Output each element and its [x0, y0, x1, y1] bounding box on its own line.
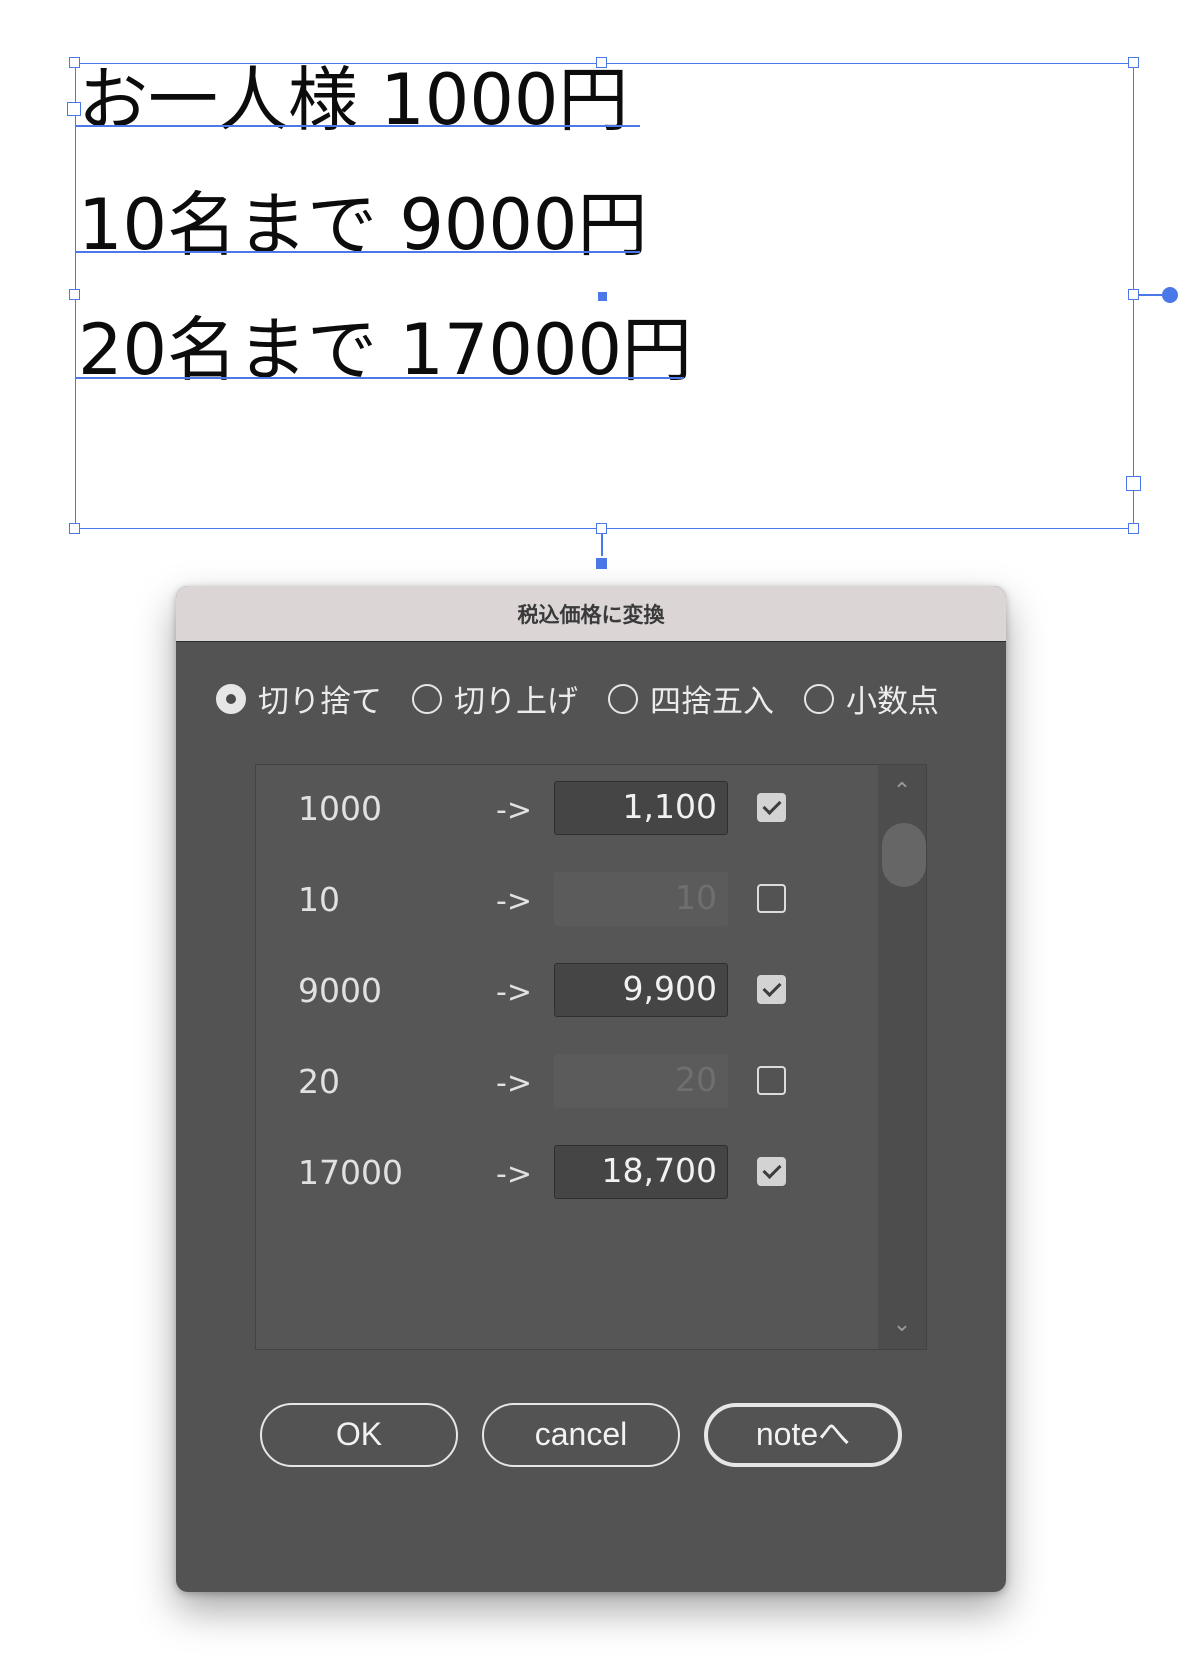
frame-handle-mid-right[interactable] — [1128, 289, 1139, 300]
radio-label: 小数点 — [846, 684, 939, 720]
radio-decimal[interactable]: 小数点 — [804, 676, 939, 721]
canvas-line-2[interactable]: 10名まで 9000円 — [78, 190, 647, 260]
radio-label: 四捨五入 — [650, 684, 774, 720]
rounding-radio-group: 切り捨て 切り上げ 四捨五入 小数点 — [216, 676, 939, 721]
note-button[interactable]: noteへ — [704, 1403, 902, 1467]
baseline-2 — [76, 251, 640, 253]
radio-circle-icon — [412, 683, 442, 714]
dialog-titlebar[interactable]: 税込価格に変換 — [176, 586, 1006, 642]
converted-field[interactable]: 18,700 — [554, 1145, 728, 1199]
original-value: 20 — [298, 1062, 340, 1101]
price-row: 20 -> 20 — [256, 1046, 876, 1116]
frame-handle-bottom-mid[interactable] — [596, 523, 607, 534]
canvas-line-3[interactable]: 20名まで 17000円 — [78, 315, 692, 385]
radio-circle-icon — [608, 683, 638, 714]
cancel-button[interactable]: cancel — [482, 1403, 680, 1467]
row-checkbox[interactable] — [757, 975, 786, 1004]
radio-round-down[interactable]: 切り捨て — [216, 676, 382, 721]
radio-round-up[interactable]: 切り上げ — [412, 676, 578, 721]
price-row: 17000 -> 18,700 — [256, 1137, 876, 1207]
arrow-text: -> — [496, 1066, 532, 1101]
bottom-stem-handle[interactable] — [596, 558, 607, 569]
scroll-up-icon[interactable]: ⌃ — [892, 779, 912, 804]
original-value: 10 — [298, 880, 340, 919]
ok-button[interactable]: OK — [260, 1403, 458, 1467]
frame-handle-bottom-left[interactable] — [69, 523, 80, 534]
right-knob-handle[interactable] — [1162, 287, 1178, 303]
baseline-1 — [76, 125, 640, 127]
converted-field[interactable]: 10 — [554, 872, 728, 926]
list-scrollbar[interactable]: ⌃ ⌄ — [878, 765, 926, 1349]
original-value: 17000 — [298, 1153, 403, 1192]
price-row: 1000 -> 1,100 — [256, 773, 876, 843]
converted-field[interactable]: 20 — [554, 1054, 728, 1108]
converted-field[interactable]: 9,900 — [554, 963, 728, 1017]
row-checkbox[interactable] — [757, 1066, 786, 1095]
center-point — [598, 292, 607, 301]
row-checkbox[interactable] — [757, 884, 786, 913]
frame-handle-top-right[interactable] — [1128, 57, 1139, 68]
arrow-text: -> — [496, 975, 532, 1010]
radio-round-half[interactable]: 四捨五入 — [608, 676, 774, 721]
original-value: 1000 — [298, 789, 382, 828]
arrow-text: -> — [496, 884, 532, 919]
dialog-title: 税込価格に変換 — [517, 602, 665, 627]
arrow-text: -> — [496, 793, 532, 828]
row-checkbox[interactable] — [757, 793, 786, 822]
row-checkbox[interactable] — [757, 1157, 786, 1186]
radio-circle-icon — [216, 683, 246, 714]
radio-label: 切り捨て — [258, 684, 382, 720]
price-row: 9000 -> 9,900 — [256, 955, 876, 1025]
radio-circle-icon — [804, 683, 834, 714]
frame-handle-bottom-right[interactable] — [1128, 523, 1139, 534]
price-row: 10 -> 10 — [256, 864, 876, 934]
price-list[interactable]: 1000 -> 1,100 10 -> 10 9000 -> 9,900 20 … — [255, 764, 927, 1350]
converted-field[interactable]: 1,100 — [554, 781, 728, 835]
frame-handle-mid-left[interactable] — [69, 289, 80, 300]
text-out-port[interactable] — [1126, 476, 1141, 491]
bottom-stem — [601, 534, 603, 556]
scroll-thumb[interactable] — [882, 823, 926, 887]
original-value: 9000 — [298, 971, 382, 1010]
arrow-text: -> — [496, 1157, 532, 1192]
baseline-3 — [76, 377, 684, 379]
tax-dialog: 税込価格に変換 切り捨て 切り上げ 四捨五入 小数点 1000 -> 1,100… — [176, 586, 1006, 1592]
radio-label: 切り上げ — [454, 684, 578, 720]
scroll-down-icon[interactable]: ⌄ — [892, 1312, 912, 1337]
